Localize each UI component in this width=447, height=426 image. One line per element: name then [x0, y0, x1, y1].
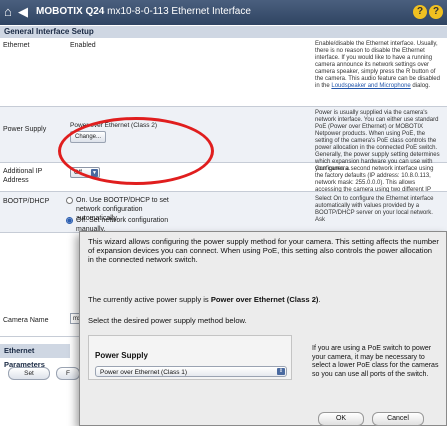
ethernet-value: Enabled — [70, 42, 96, 49]
ethernet-help: Enable/disable the Ethernet interface. U… — [315, 41, 443, 90]
cancel-button[interactable]: Cancel — [372, 412, 424, 426]
change-power-button[interactable]: Change... — [70, 131, 106, 143]
product-name: MOBOTIX Q24 — [36, 6, 105, 17]
ok-button[interactable]: OK — [318, 412, 364, 426]
help-icon[interactable]: ? — [413, 5, 427, 19]
set-button[interactable]: Set — [8, 367, 50, 380]
row-additional-ip: Additional IP Address Off ▼ Configures a … — [0, 163, 447, 200]
home-icon[interactable]: ⌂ — [4, 4, 12, 19]
section-header: General Interface Setup — [0, 26, 447, 38]
chevron-updown-icon: ⇕ — [277, 368, 285, 375]
row-power-supply: Power Supply Power over Ethernet (Class … — [0, 107, 447, 172]
ethernet-help-tail: dialog. — [412, 83, 431, 89]
ethernet-parameters-header: Ethernet Parameters — [0, 344, 70, 369]
power-supply-label: Power Supply — [3, 126, 47, 133]
row-ethernet: Ethernet Enabled Enable/disable the Ethe… — [0, 38, 447, 107]
ethernet-help-text: Enable/disable the Ethernet interface. U… — [315, 41, 440, 89]
dialog-instruction: Select the desired power supply method b… — [88, 316, 247, 325]
back-icon[interactable]: ◀ — [18, 4, 28, 20]
power-supply-value: Power over Ethernet (Class 2) — [70, 122, 158, 129]
bootp-off-radio[interactable] — [66, 217, 73, 224]
power-supply-wizard-dialog: This wizard allows configuring the power… — [79, 231, 447, 426]
device-page-name: mx10-8-0-113 Ethernet Interface — [107, 6, 251, 17]
title-bar: ⌂ ◀ MOBOTIX Q24 mx10-8-0-113 Ethernet In… — [0, 0, 447, 25]
bootp-on-radio[interactable] — [66, 197, 73, 204]
info-icon[interactable]: ? — [429, 5, 443, 19]
current-supply-prefix: The currently active power supply is — [88, 295, 211, 304]
chevron-down-icon: ▼ — [91, 169, 98, 177]
bootp-label: BOOTP/DHCP — [3, 198, 50, 205]
dialog-intro: This wizard allows configuring the power… — [88, 237, 439, 264]
factory-button[interactable]: F — [56, 367, 80, 380]
camera-name-label: Camera Name — [3, 317, 49, 324]
loudspeaker-link[interactable]: Loudspeaker and Microphone — [331, 83, 410, 89]
bootp-help: Select On to configure the Ethernet inte… — [315, 196, 434, 223]
row-bootp: BOOTP/DHCP On. Use BOOTP/DHCP to set net… — [0, 192, 447, 233]
additional-ip-selected: Off — [74, 170, 82, 176]
power-supply-select-label: Power Supply — [95, 351, 148, 360]
power-supply-side-help: If you are using a PoE switch to power y… — [312, 345, 439, 378]
power-supply-panel: Power Supply Power over Ethernet (Class … — [88, 335, 292, 380]
power-supply-selected: Power over Ethernet (Class 1) — [100, 369, 188, 376]
current-supply-suffix: . — [318, 295, 321, 304]
additional-ip-label: Additional IP Address — [3, 168, 43, 184]
dialog-current-supply: The currently active power supply is Pow… — [88, 295, 321, 304]
current-supply-value: Power over Ethernet (Class 2) — [210, 295, 319, 304]
additional-ip-select[interactable]: Off ▼ — [70, 167, 100, 178]
ethernet-label: Ethernet — [3, 42, 30, 49]
window-title: MOBOTIX Q24 mx10-8-0-113 Ethernet Interf… — [36, 6, 251, 17]
power-supply-select[interactable]: Power over Ethernet (Class 1) ⇕ — [95, 366, 287, 377]
